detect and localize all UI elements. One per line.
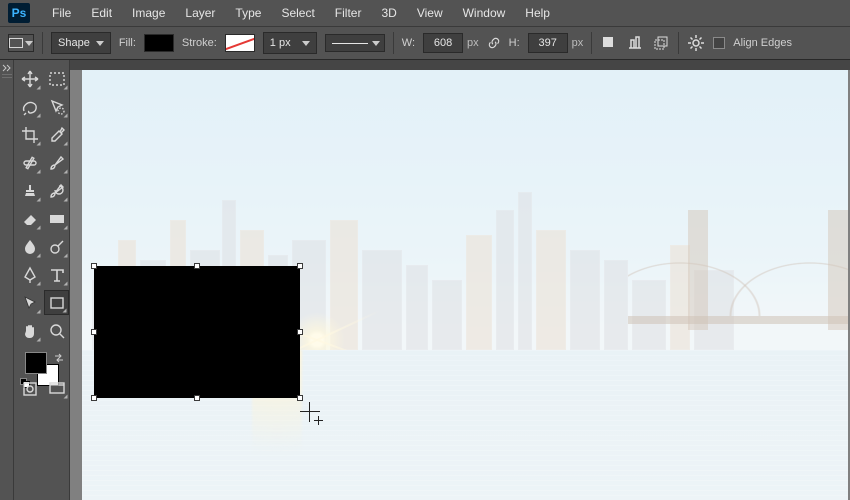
menu-edit[interactable]: Edit xyxy=(83,2,120,24)
menu-select[interactable]: Select xyxy=(273,2,322,24)
height-unit: px xyxy=(572,37,584,49)
fill-label: Fill: xyxy=(119,37,136,49)
brush-tool[interactable] xyxy=(44,150,69,175)
swap-colors-icon[interactable] xyxy=(53,352,65,364)
zoom-tool[interactable] xyxy=(44,318,69,343)
hand-tool[interactable] xyxy=(17,318,42,343)
collapsed-panel-strip[interactable] xyxy=(0,60,14,500)
stroke-width-dropdown[interactable]: 1 px xyxy=(263,32,317,54)
expand-panels-icon[interactable] xyxy=(2,64,12,72)
tool-mode-label: Shape xyxy=(58,37,90,49)
menu-bar: Ps File Edit Image Layer Type Select Fil… xyxy=(0,0,850,26)
separator xyxy=(678,32,679,54)
path-arrangement-icon[interactable] xyxy=(652,34,670,52)
chevron-down-icon xyxy=(96,41,104,46)
stroke-width-value: 1 px xyxy=(270,37,291,49)
options-bar: Shape Fill: Stroke: 1 px W: px H: px Ali… xyxy=(0,26,850,60)
rect-marquee-tool[interactable] xyxy=(44,66,69,91)
menu-filter[interactable]: Filter xyxy=(327,2,370,24)
canvas-area xyxy=(70,70,850,500)
eraser-tool[interactable] xyxy=(17,206,42,231)
menu-view[interactable]: View xyxy=(409,2,451,24)
move-tool[interactable] xyxy=(17,66,42,91)
toolbox xyxy=(14,60,70,500)
tool-mode-dropdown[interactable]: Shape xyxy=(51,32,111,54)
width-input[interactable] xyxy=(423,33,463,53)
path-operations-icon[interactable] xyxy=(600,34,618,52)
fill-color-swatch[interactable] xyxy=(144,34,174,52)
stroke-style-dropdown[interactable] xyxy=(325,34,385,52)
menu-file[interactable]: File xyxy=(44,2,79,24)
lasso-tool[interactable] xyxy=(17,94,42,119)
blur-tool[interactable] xyxy=(17,234,42,259)
width-label: W: xyxy=(402,37,415,49)
eyedropper-tool[interactable] xyxy=(44,122,69,147)
stroke-color-swatch[interactable] xyxy=(225,34,255,52)
height-label: H: xyxy=(509,37,520,49)
app-logo-icon: Ps xyxy=(8,3,30,23)
shape-options-gear-icon[interactable] xyxy=(687,34,705,52)
menu-3d[interactable]: 3D xyxy=(373,2,404,24)
chevron-down-icon xyxy=(372,41,380,46)
tool-preset-picker[interactable] xyxy=(8,34,34,52)
menu-type[interactable]: Type xyxy=(227,2,269,24)
stroke-label: Stroke: xyxy=(182,37,217,49)
drawn-rectangle-shape[interactable] xyxy=(94,266,300,398)
separator xyxy=(591,32,592,54)
menu-layer[interactable]: Layer xyxy=(177,2,223,24)
menu-window[interactable]: Window xyxy=(455,2,514,24)
link-wh-icon[interactable] xyxy=(487,36,501,50)
foreground-color-swatch[interactable] xyxy=(25,352,47,374)
rectangle-shape-tool[interactable] xyxy=(44,290,69,315)
clone-stamp-tool[interactable] xyxy=(17,178,42,203)
path-alignment-icon[interactable] xyxy=(626,34,644,52)
document-tab-strip[interactable] xyxy=(70,60,850,70)
left-side-area xyxy=(0,60,70,500)
document-canvas[interactable] xyxy=(82,70,848,500)
crop-tool[interactable] xyxy=(17,122,42,147)
separator xyxy=(42,32,43,54)
menu-help[interactable]: Help xyxy=(517,2,558,24)
quick-select-tool[interactable] xyxy=(44,94,69,119)
healing-brush-tool[interactable] xyxy=(17,150,42,175)
panel-grip-icon xyxy=(2,74,12,80)
type-tool[interactable] xyxy=(44,262,69,287)
history-brush-tool[interactable] xyxy=(44,178,69,203)
path-select-tool[interactable] xyxy=(17,290,42,315)
height-input[interactable] xyxy=(528,33,568,53)
width-unit: px xyxy=(467,37,479,49)
gradient-tool[interactable] xyxy=(44,206,69,231)
quick-mask-toggle[interactable] xyxy=(17,378,42,400)
screen-mode-toggle[interactable] xyxy=(44,378,69,400)
menu-image[interactable]: Image xyxy=(124,2,173,24)
separator xyxy=(393,32,394,54)
dodge-tool[interactable] xyxy=(44,234,69,259)
align-edges-checkbox[interactable] xyxy=(713,37,725,49)
pen-tool[interactable] xyxy=(17,262,42,287)
chevron-down-icon xyxy=(302,41,310,46)
align-edges-label: Align Edges xyxy=(733,37,792,49)
